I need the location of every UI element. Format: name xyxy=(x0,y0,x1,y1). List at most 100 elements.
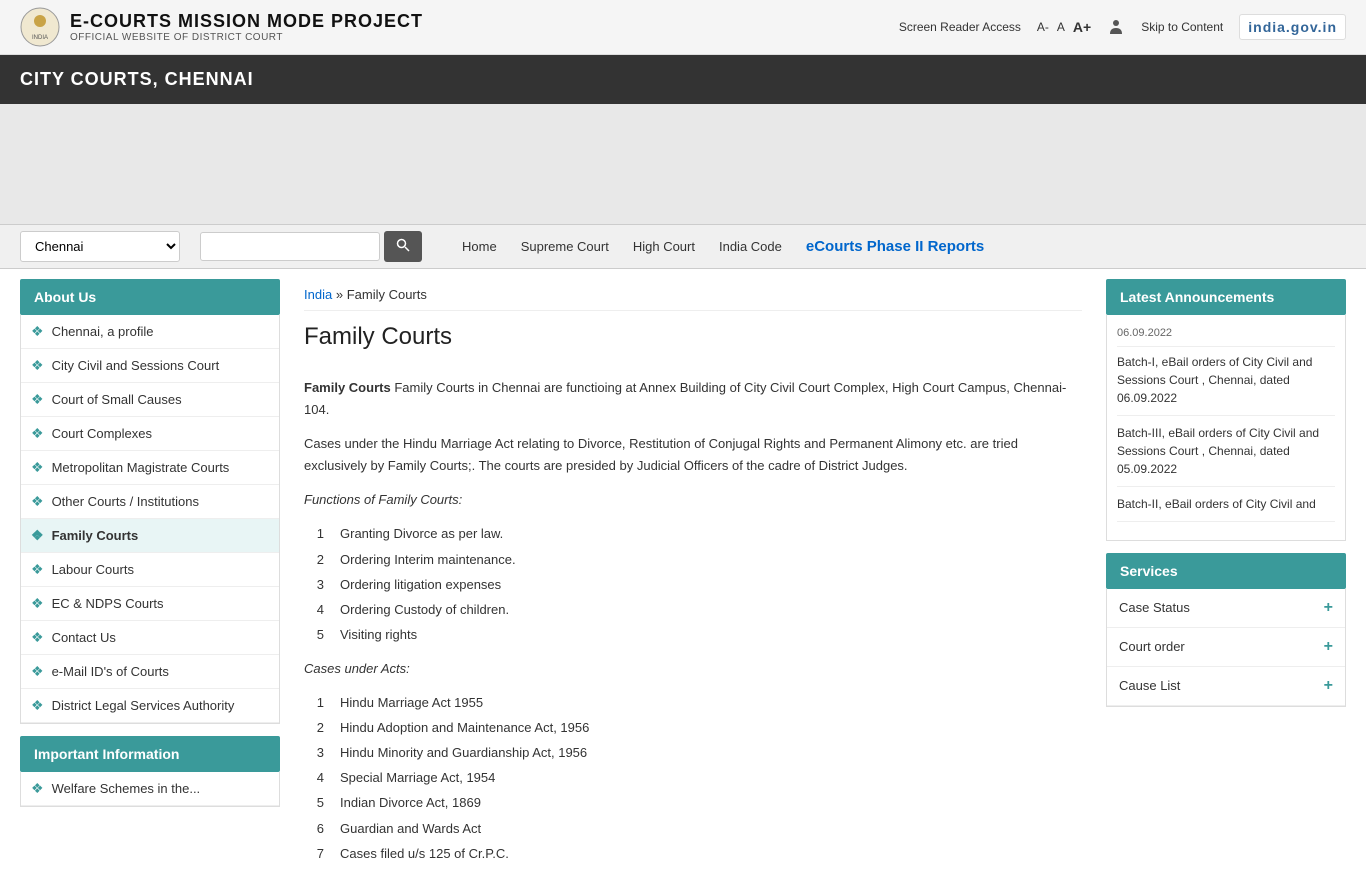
font-decrease-btn[interactable]: A- xyxy=(1037,20,1049,34)
diamond-icon: ❖ xyxy=(31,527,44,544)
service-label: Case Status xyxy=(1119,600,1190,615)
diamond-icon: ❖ xyxy=(31,595,44,612)
content-para2: Cases under the Hindu Marriage Act relat… xyxy=(304,433,1082,477)
nav-bar: ChennaiMumbaiDelhiKolkata Home Supreme C… xyxy=(0,224,1366,269)
content-text: Family Courts Family Courts in Chennai a… xyxy=(304,377,1082,865)
right-panel: Latest Announcements 06.09.2022 Batch-I,… xyxy=(1106,279,1346,877)
sidebar-item-other-courts[interactable]: ❖ Other Courts / Institutions xyxy=(21,485,279,518)
diamond-icon: ❖ xyxy=(31,493,44,510)
announcements-title: Latest Announcements xyxy=(1106,279,1346,315)
expand-icon: + xyxy=(1324,638,1333,656)
logo-text: E-COURTS MISSION MODE PROJECT OFFICIAL W… xyxy=(70,11,423,43)
announcement-link-3[interactable]: Batch-II, eBail orders of City Civil and xyxy=(1117,497,1316,511)
diamond-icon: ❖ xyxy=(31,425,44,442)
sidebar-item-email-ids[interactable]: ❖ e-Mail ID's of Courts xyxy=(21,655,279,688)
nav-ecourts[interactable]: eCourts Phase II Reports xyxy=(806,238,984,255)
list-item: ❖ EC & NDPS Courts xyxy=(21,587,279,621)
breadcrumb-current: Family Courts xyxy=(347,287,427,302)
sidebar: About Us ❖ Chennai, a profile ❖ City Civ… xyxy=(20,279,280,877)
functions-heading: Functions of Family Courts: xyxy=(304,489,1082,511)
breadcrumb-separator: » xyxy=(336,287,343,302)
diamond-icon: ❖ xyxy=(31,561,44,578)
list-item: ❖ Court Complexes xyxy=(21,417,279,451)
list-item: 4 Special Marriage Act, 1954 xyxy=(304,767,1082,789)
list-item: 6 Guardian and Wards Act xyxy=(304,818,1082,840)
sidebar-item-metro-magistrate[interactable]: ❖ Metropolitan Magistrate Courts xyxy=(21,451,279,484)
main-layout: About Us ❖ Chennai, a profile ❖ City Civ… xyxy=(0,269,1366,887)
diamond-icon: ❖ xyxy=(31,391,44,408)
list-item: ❖ Metropolitan Magistrate Courts xyxy=(21,451,279,485)
list-item: ❖ Other Courts / Institutions xyxy=(21,485,279,519)
list-item: 2 Hindu Adoption and Maintenance Act, 19… xyxy=(304,717,1082,739)
service-label: Court order xyxy=(1119,639,1185,654)
city-select[interactable]: ChennaiMumbaiDelhiKolkata xyxy=(20,231,180,262)
skip-content-link[interactable]: Skip to Content xyxy=(1141,20,1223,34)
sidebar-item-ec-ndps[interactable]: ❖ EC & NDPS Courts xyxy=(21,587,279,620)
diamond-icon: ❖ xyxy=(31,357,44,374)
sidebar-item-city-civil[interactable]: ❖ City Civil and Sessions Court xyxy=(21,349,279,382)
top-header: INDIA E-COURTS MISSION MODE PROJECT OFFI… xyxy=(0,0,1366,55)
breadcrumb-home[interactable]: India xyxy=(304,287,332,302)
emblem-icon: INDIA xyxy=(20,7,60,47)
sidebar-item-chennai-profile[interactable]: ❖ Chennai, a profile xyxy=(21,315,279,348)
diamond-icon: ❖ xyxy=(31,663,44,680)
nav-home[interactable]: Home xyxy=(462,239,497,254)
list-item: ❖ Welfare Schemes in the... xyxy=(21,772,279,806)
diamond-icon: ❖ xyxy=(31,629,44,646)
services-list: Case Status + Court order + Cause List + xyxy=(1106,589,1346,707)
screen-reader-label[interactable]: Screen Reader Access xyxy=(899,20,1021,34)
logo-title: E-COURTS MISSION MODE PROJECT xyxy=(70,11,423,32)
service-court-order[interactable]: Court order + xyxy=(1107,628,1345,667)
diamond-icon: ❖ xyxy=(31,697,44,714)
font-increase-btn[interactable]: A+ xyxy=(1073,19,1091,35)
acts-list: 1 Hindu Marriage Act 1955 2 Hindu Adopti… xyxy=(304,692,1082,865)
sidebar-item-labour-courts[interactable]: ❖ Labour Courts xyxy=(21,553,279,586)
page-title: Family Courts xyxy=(304,323,1082,357)
sidebar-item-small-causes[interactable]: ❖ Court of Small Causes xyxy=(21,383,279,416)
announcement-link-1[interactable]: Batch-I, eBail orders of City Civil and … xyxy=(1117,355,1312,405)
accessibility-icon xyxy=(1107,18,1125,36)
important-info-menu: ❖ Welfare Schemes in the... xyxy=(20,772,280,807)
about-us-title: About Us xyxy=(20,279,280,315)
sidebar-item-court-complexes[interactable]: ❖ Court Complexes xyxy=(21,417,279,450)
functions-list: 1 Granting Divorce as per law. 2 Orderin… xyxy=(304,523,1082,645)
nav-high-court[interactable]: High Court xyxy=(633,239,695,254)
sidebar-menu: ❖ Chennai, a profile ❖ City Civil and Se… xyxy=(20,315,280,724)
announcement-item: Batch-III, eBail orders of City Civil an… xyxy=(1117,424,1335,487)
list-item: 5 Indian Divorce Act, 1869 xyxy=(304,792,1082,814)
search-button[interactable] xyxy=(384,231,422,262)
svg-text:INDIA: INDIA xyxy=(32,35,48,41)
sidebar-item-dlsa[interactable]: ❖ District Legal Services Authority xyxy=(21,689,279,722)
announcements-box: 06.09.2022 Batch-I, eBail orders of City… xyxy=(1106,315,1346,541)
service-case-status[interactable]: Case Status + xyxy=(1107,589,1345,628)
list-item: ❖ Contact Us xyxy=(21,621,279,655)
service-label: Cause List xyxy=(1119,678,1180,693)
sidebar-item-contact-us[interactable]: ❖ Contact Us xyxy=(21,621,279,654)
announcement-item: Batch-I, eBail orders of City Civil and … xyxy=(1117,353,1335,416)
diamond-icon: ❖ xyxy=(31,780,44,797)
expand-icon: + xyxy=(1324,677,1333,695)
diamond-icon: ❖ xyxy=(31,459,44,476)
important-info-title: Important Information xyxy=(20,736,280,772)
list-item: ❖ City Civil and Sessions Court xyxy=(21,349,279,383)
list-item: ❖ Family Courts xyxy=(21,519,279,553)
font-default-btn[interactable]: A xyxy=(1057,20,1065,34)
search-input[interactable] xyxy=(200,232,380,261)
list-item: 4 Ordering Custody of children. xyxy=(304,599,1082,621)
nav-links: Home Supreme Court High Court India Code… xyxy=(462,238,984,255)
india-gov-logo[interactable]: india.gov.in xyxy=(1239,14,1346,40)
sidebar-item-family-courts[interactable]: ❖ Family Courts xyxy=(21,519,279,552)
announcement-link-2[interactable]: Batch-III, eBail orders of City Civil an… xyxy=(1117,426,1319,476)
list-item: 7 Cases filed u/s 125 of Cr.P.C. xyxy=(304,843,1082,865)
logo-subtitle: OFFICIAL WEBSITE OF DISTRICT COURT xyxy=(70,32,423,43)
acts-heading: Cases under Acts: xyxy=(304,658,1082,680)
list-item: 2 Ordering Interim maintenance. xyxy=(304,549,1082,571)
nav-india-code[interactable]: India Code xyxy=(719,239,782,254)
list-item: 1 Granting Divorce as per law. xyxy=(304,523,1082,545)
nav-supreme-court[interactable]: Supreme Court xyxy=(521,239,609,254)
service-cause-list[interactable]: Cause List + xyxy=(1107,667,1345,706)
banner-area xyxy=(0,104,1366,224)
site-title: CITY COURTS, CHENNAI xyxy=(20,69,1346,90)
list-item: ❖ e-Mail ID's of Courts xyxy=(21,655,279,689)
sidebar-item-welfare[interactable]: ❖ Welfare Schemes in the... xyxy=(21,772,279,805)
